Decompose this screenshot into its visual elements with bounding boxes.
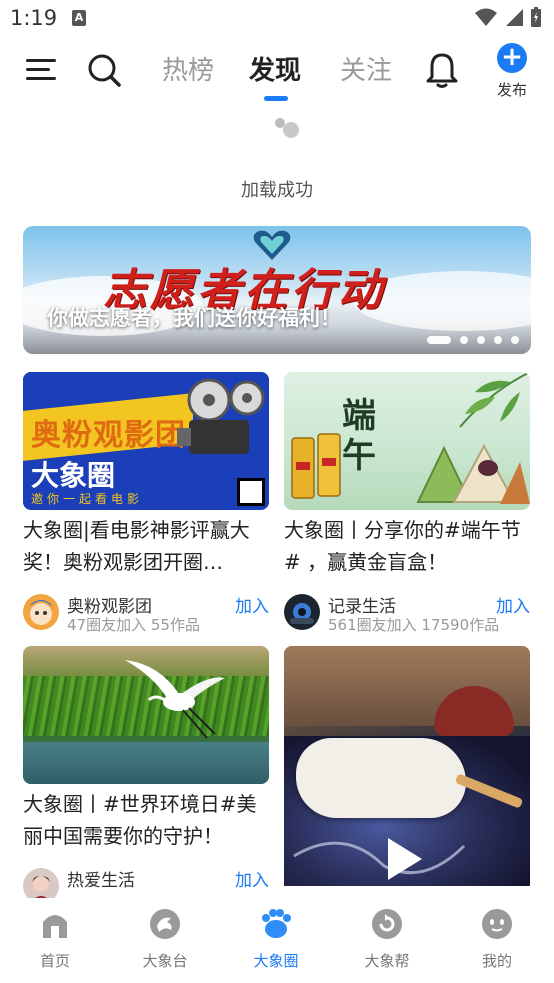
egret-bird-icon (125, 660, 225, 739)
bottom-nav-label: 大象圈 (253, 952, 299, 970)
tab-hot[interactable]: 热榜 (162, 50, 214, 87)
zongzi-icon (416, 443, 530, 504)
battery-icon (531, 7, 541, 27)
card-footer: 奥粉观影团 47圈友加入 55作品 加入 (23, 592, 269, 636)
bottom-nav: 首页 大象台 大象圈 大象帮 我的 (0, 898, 554, 983)
pagination-dot-active[interactable] (427, 336, 451, 344)
card-image[interactable]: 奥粉观影团 大象圈 邀你一起看电影 (23, 372, 269, 510)
circle-card[interactable]: 大象圈丨#世界环境日#美丽中国需要你的守护！ 热爱生活 加入 (23, 646, 269, 910)
top-nav: 热榜 发现 关注 + 发布 (0, 40, 554, 102)
bottom-nav-label: 大象帮 (364, 952, 410, 970)
search-icon[interactable] (86, 52, 122, 88)
gold-bar-icon (291, 433, 341, 499)
bell-icon[interactable] (424, 51, 460, 89)
film-projector-icon (177, 378, 265, 454)
card-footer: 记录生活 561圈友加入 17590作品 加入 (284, 592, 530, 636)
community-stats: 561圈友加入 17590作品 (328, 616, 500, 634)
signal-icon (506, 9, 523, 26)
publish-button[interactable]: + 发布 (492, 43, 532, 101)
poster-headline: 奥粉观影团 (31, 418, 186, 453)
community-name[interactable]: 热爱生活 (67, 866, 135, 891)
active-tab-indicator (264, 96, 288, 101)
banner-caption: 你做志愿者，我们送你好福利！ (47, 306, 341, 330)
bottom-nav-label: 首页 (39, 952, 70, 970)
radio-icon (150, 909, 180, 939)
card-title[interactable]: 大象圈|看电影神影评赢大奖！奥粉观影团开圈… (23, 514, 269, 578)
bottom-nav-home[interactable]: 首页 (20, 908, 90, 971)
bottom-nav-me[interactable]: 我的 (462, 908, 532, 971)
avatar[interactable] (23, 594, 59, 630)
load-status-text: 加载成功 (241, 180, 313, 201)
status-indicators (474, 6, 542, 28)
avatar[interactable] (284, 594, 320, 630)
join-button[interactable]: 加入 (235, 592, 269, 617)
poster-subheadline: 大象圈 (31, 459, 116, 492)
notification-icon: A (72, 10, 86, 26)
card-title[interactable]: 大象圈丨分享你的#端午节# ，赢黄金盲盒！ (284, 514, 530, 578)
bottom-nav-label: 大象台 (142, 952, 188, 970)
circle-card[interactable]: 端午 大象圈丨分享你的#端午节# ，赢黄金盲盒！ 记录生活 561圈友加入 17… (284, 372, 530, 636)
qr-code-icon (237, 478, 265, 506)
bottom-nav-radio[interactable]: 大象台 (130, 908, 200, 971)
status-bar: 1:19 A (0, 0, 554, 36)
bamboo-leaves-icon (459, 372, 530, 428)
video-thumbnail[interactable] (284, 646, 530, 886)
tab-discover[interactable]: 发现 (249, 50, 301, 87)
card-image[interactable] (23, 646, 269, 784)
play-icon[interactable] (384, 836, 424, 882)
wifi-icon (475, 8, 497, 26)
pagination-dot[interactable] (494, 336, 502, 344)
pagination-dot[interactable] (477, 336, 485, 344)
pagination-dot[interactable] (460, 336, 468, 344)
tab-follow[interactable]: 关注 (340, 50, 392, 87)
promo-banner[interactable]: 志愿者在行动 你做志愿者，我们送你好福利！ (23, 226, 531, 354)
join-button[interactable]: 加入 (235, 866, 269, 891)
cloud-plate (296, 738, 466, 818)
poster-slogan: 邀你一起看电影 (31, 492, 144, 506)
pagination-dot[interactable] (511, 336, 519, 344)
paw-icon (262, 909, 291, 938)
card-title[interactable]: 大象圈丨#世界环境日#美丽中国需要你的守护！ (23, 788, 269, 852)
cartoon-avatar-icon (29, 600, 53, 625)
camera-avatar-icon (290, 603, 314, 624)
join-button[interactable]: 加入 (496, 592, 530, 617)
home-icon (43, 915, 67, 938)
community-stats: 47圈友加入 55作品 (67, 616, 200, 634)
banner-pagination (427, 336, 519, 344)
help-icon (372, 909, 402, 939)
loading-spinner-icon (275, 118, 299, 138)
plus-icon: + (497, 43, 527, 73)
face-icon (482, 909, 512, 939)
status-time: 1:19 (10, 6, 58, 30)
publish-label: 发布 (496, 81, 527, 99)
card-image[interactable]: 端午 (284, 372, 530, 510)
circle-card[interactable]: 奥粉观影团 大象圈 邀你一起看电影 大象圈|看电影神影评赢大奖！奥粉观影团开圈…… (23, 372, 269, 636)
video-card[interactable] (284, 646, 530, 886)
poster-headline: 端午 (342, 396, 376, 476)
bottom-nav-help[interactable]: 大象帮 (352, 908, 422, 971)
bottom-nav-label: 我的 (481, 952, 512, 970)
menu-icon[interactable] (26, 57, 56, 81)
bottom-nav-circle[interactable]: 大象圈 (241, 908, 311, 971)
